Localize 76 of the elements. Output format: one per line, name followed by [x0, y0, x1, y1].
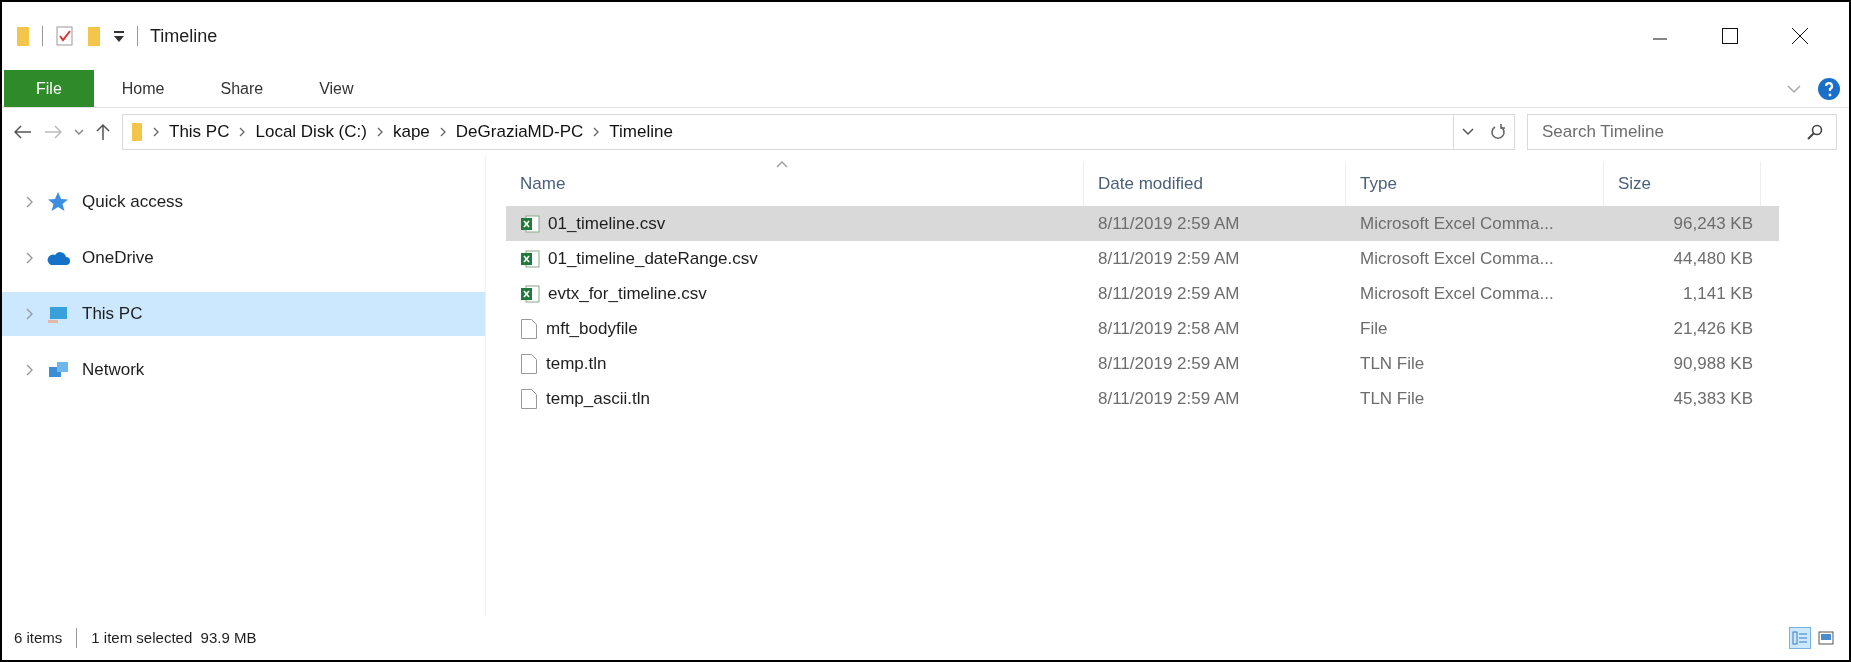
spreadsheet-icon	[520, 248, 540, 269]
file-icon	[520, 352, 538, 375]
selection-info: 1 item selected 93.9 MB	[91, 627, 257, 648]
file-type: Microsoft Excel Comma...	[1360, 247, 1554, 270]
breadcrumb[interactable]: kape	[392, 119, 430, 145]
window-title: Timeline	[150, 24, 218, 48]
sidebar-item[interactable]: Network	[2, 348, 485, 392]
file-icon	[520, 317, 538, 340]
file-size: 21,426 KB	[1673, 317, 1753, 340]
file-type: Microsoft Excel Comma...	[1360, 282, 1554, 305]
file-size: 45,383 KB	[1673, 387, 1753, 410]
file-name[interactable]: temp_ascii.tln	[546, 385, 650, 412]
properties-icon[interactable]	[55, 25, 75, 47]
refresh-icon[interactable]	[1490, 123, 1506, 141]
file-type: TLN File	[1360, 387, 1425, 410]
sidebar-item[interactable]: Quick access	[2, 180, 485, 224]
expand-chevron-icon[interactable]	[26, 364, 34, 376]
ribbon-tab[interactable]: Home	[93, 70, 193, 107]
date-modified: 8/11/2019 2:59 AM	[1098, 352, 1240, 375]
file-name[interactable]: evtx_for_timeline.csv	[548, 280, 707, 307]
close-icon	[1791, 27, 1809, 45]
address-field[interactable]: This PC Local Disk (C:) kape DeGraziaMD-PC Timeline	[122, 114, 1454, 150]
breadcrumb-separator-icon[interactable]	[153, 127, 159, 137]
breadcrumb-separator-icon[interactable]	[593, 127, 600, 137]
help-icon[interactable]	[1817, 76, 1841, 101]
file-row[interactable]: 01_timeline_dateRange.csv 8/11/2019 2:59 AM Microsoft Excel Comma... 44,480 KB	[506, 241, 1779, 276]
back-arrow-icon[interactable]	[14, 125, 32, 139]
date-modified: 8/11/2019 2:59 AM	[1098, 247, 1240, 270]
date-modified: 8/11/2019 2:59 AM	[1098, 212, 1240, 235]
breadcrumb-separator-icon[interactable]	[376, 127, 383, 137]
dropdown-icon[interactable]	[1462, 128, 1474, 136]
file-tab[interactable]: File	[4, 70, 94, 107]
breadcrumb[interactable]: This PC	[169, 119, 230, 145]
date-modified: 8/11/2019 2:59 AM	[1098, 387, 1240, 410]
ribbon-tab[interactable]: Share	[192, 70, 292, 107]
folder-icon	[131, 122, 143, 142]
search-field[interactable]: Search Timeline	[1527, 114, 1837, 150]
sidebar-item[interactable]: This PC	[2, 292, 485, 336]
file-size: 90,988 KB	[1673, 352, 1753, 375]
file-size: 1,141 KB	[1683, 282, 1753, 305]
file-row[interactable]: 01_timeline.csv 8/11/2019 2:59 AM Microsoft Excel Comma... 96,243 KB	[506, 206, 1779, 241]
file-name[interactable]: temp.tln	[546, 350, 607, 377]
breadcrumb[interactable]: Timeline	[609, 119, 673, 145]
folder-icon	[16, 25, 30, 47]
sidebar-item[interactable]: OneDrive	[2, 236, 485, 280]
file-name[interactable]: 01_timeline_dateRange.csv	[548, 245, 758, 272]
expand-chevron-icon[interactable]	[26, 196, 34, 208]
file-name[interactable]: 01_timeline.csv	[548, 210, 666, 237]
breadcrumb-separator-icon[interactable]	[439, 127, 446, 137]
customize-dropdown-icon[interactable]	[113, 29, 125, 43]
maximize-icon	[1721, 27, 1739, 45]
breadcrumb[interactable]: Local Disk (C:)	[255, 119, 367, 145]
file-name[interactable]: mft_bodyfile	[546, 315, 638, 342]
ribbon-tab[interactable]: View	[291, 70, 382, 107]
file-size: 96,243 KB	[1673, 212, 1753, 235]
date-modified: 8/11/2019 2:59 AM	[1098, 282, 1240, 305]
spreadsheet-icon	[520, 283, 540, 304]
file-row[interactable]: temp_ascii.tln 8/11/2019 2:59 AM TLN File 45,383 KB	[506, 381, 1779, 416]
breadcrumb[interactable]: DeGraziaMD-PC	[455, 119, 584, 145]
expand-chevron-icon[interactable]	[26, 252, 34, 264]
file-size: 44,480 KB	[1673, 247, 1753, 270]
recent-locations-icon[interactable]	[74, 128, 84, 136]
date-modified: 8/11/2019 2:58 AM	[1098, 317, 1240, 340]
file-type: Microsoft Excel Comma...	[1360, 212, 1554, 235]
item-count: 6 items	[14, 627, 63, 648]
file-type: File	[1360, 317, 1388, 340]
search-icon[interactable]	[1807, 124, 1823, 140]
up-arrow-icon[interactable]	[96, 123, 110, 141]
minimize-icon	[1652, 38, 1668, 40]
file-row[interactable]: mft_bodyfile 8/11/2019 2:58 AM File 21,426 KB	[506, 311, 1779, 346]
file-type: TLN File	[1360, 352, 1425, 375]
breadcrumb-separator-icon[interactable]	[239, 127, 246, 137]
file-row[interactable]: evtx_for_timeline.csv 8/11/2019 2:59 AM Microsoft Excel Comma... 1,141 KB	[506, 276, 1779, 311]
file-icon	[520, 387, 538, 410]
spreadsheet-icon	[520, 213, 540, 234]
file-row[interactable]: temp.tln 8/11/2019 2:59 AM TLN File 90,988 KB	[506, 346, 1779, 381]
